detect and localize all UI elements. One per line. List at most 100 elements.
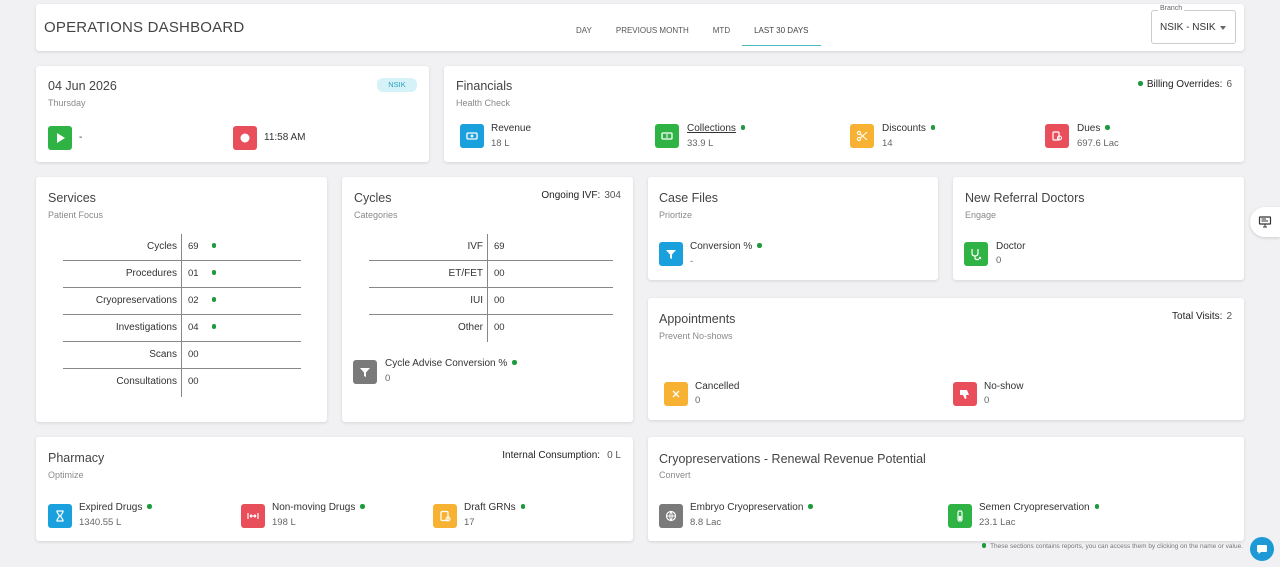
noshow-label[interactable]: No-show	[984, 381, 1023, 392]
grn-value[interactable]: 17	[464, 517, 475, 528]
revenue-value[interactable]: 18 L	[491, 138, 510, 149]
collections-value[interactable]: 33.9 L	[687, 138, 713, 149]
conversion-item[interactable]: Conversion %	[690, 241, 762, 252]
branch-badge: NSIK	[377, 78, 417, 92]
financials-card: Financials Health Check Billing Override…	[444, 66, 1244, 162]
dues-label[interactable]: Dues	[1077, 123, 1100, 134]
embryo-value[interactable]: 8.8 Lac	[690, 517, 721, 528]
expired-label[interactable]: Expired Drugs	[79, 502, 142, 513]
cancelled-icon-box	[664, 382, 688, 406]
tab-day[interactable]: DAY	[564, 16, 604, 46]
presentation-toggle[interactable]	[1250, 207, 1280, 237]
grn-label[interactable]: Draft GRNs	[464, 502, 516, 513]
globe-icon	[665, 510, 677, 522]
chevron-down-icon	[1220, 26, 1226, 30]
advise-value[interactable]: 0	[385, 373, 390, 384]
nonmoving-label[interactable]: Non-moving Drugs	[272, 502, 355, 513]
filter-icon	[360, 368, 370, 377]
doctor-value[interactable]: 0	[996, 255, 1001, 266]
table-row: Scans 00	[63, 342, 301, 369]
cycles-subtitle: Categories	[354, 210, 398, 220]
nonmoving-value[interactable]: 198 L	[272, 517, 296, 528]
pharmacy-subtitle: Optimize	[48, 470, 84, 480]
report-dot	[757, 243, 762, 248]
arrows-horizontal-icon	[247, 513, 259, 519]
branch-label: Branch	[1158, 5, 1185, 12]
billing-overrides-label: Billing Overrides:	[1146, 79, 1223, 90]
advise-icon-box	[353, 360, 377, 384]
row-name: Procedures	[125, 268, 177, 279]
revenue-icon-box	[460, 124, 484, 148]
total-visits[interactable]: Total Visits: 2	[1172, 311, 1232, 322]
money-icon	[661, 132, 673, 140]
table-row[interactable]: Investigations 04	[63, 315, 301, 342]
conversion-value[interactable]: -	[690, 256, 693, 267]
dues-item[interactable]: Dues	[1077, 123, 1110, 134]
table-row[interactable]: Cycles 69	[63, 234, 301, 261]
draft-grns[interactable]: Draft GRNs	[464, 502, 526, 513]
advise-conversion[interactable]: Cycle Advise Conversion %	[385, 358, 517, 369]
noshow-icon-box	[953, 382, 977, 406]
tab-last-30-days[interactable]: LAST 30 DAYS	[742, 16, 821, 46]
dues-value[interactable]: 697.6 Lac	[1077, 138, 1119, 149]
collections-link[interactable]: Collections	[687, 123, 746, 134]
presentation-icon	[1258, 216, 1272, 228]
embryo-item[interactable]: Embryo Cryopreservation	[690, 502, 813, 513]
semen-icon-box	[948, 504, 972, 528]
report-dot	[211, 297, 217, 302]
tab-previous-month[interactable]: PREVIOUS MONTH	[604, 16, 701, 46]
internal-consumption[interactable]: Internal Consumption: 0 L	[502, 450, 621, 461]
cancelled-label[interactable]: Cancelled	[695, 381, 739, 392]
row-name: IUI	[470, 295, 483, 306]
billing-overrides[interactable]: Billing Overrides: 6	[1138, 79, 1232, 90]
footnote: These sections contains reports, you can…	[981, 543, 1243, 550]
report-dot	[147, 504, 152, 509]
chat-button[interactable]	[1250, 537, 1274, 561]
tab-mtd[interactable]: MTD	[701, 16, 742, 46]
cryo-title: Cryopreservations - Renewal Revenue Pote…	[659, 452, 926, 466]
collections-label[interactable]: Collections	[687, 123, 736, 134]
internal-consumption-label: Internal Consumption:	[502, 450, 601, 461]
stethoscope-icon	[971, 249, 982, 261]
nonmoving-drugs[interactable]: Non-moving Drugs	[272, 502, 365, 513]
cycles-card: Cycles Categories Ongoing IVF: 304 IVF 69 …	[342, 177, 633, 422]
branch-select[interactable]: Branch NSIK - NSIK	[1151, 5, 1236, 44]
play-button[interactable]	[48, 126, 72, 150]
conversion-icon-box	[659, 242, 683, 266]
thumbs-down-icon	[960, 390, 969, 399]
noshow-value[interactable]: 0	[984, 395, 989, 406]
banknote-icon	[466, 132, 478, 140]
report-dot	[1105, 125, 1110, 130]
table-row[interactable]: Procedures 01	[63, 261, 301, 288]
expired-value[interactable]: 1340.55 L	[79, 517, 121, 528]
semen-item[interactable]: Semen Cryopreservation	[979, 502, 1100, 513]
report-dot	[981, 543, 987, 548]
row-value: 69	[188, 241, 217, 252]
filter-icon	[666, 250, 676, 259]
row-name: IVF	[467, 241, 483, 252]
advise-label[interactable]: Cycle Advise Conversion %	[385, 358, 507, 369]
case-files-card: Case Files Priortize Conversion % -	[648, 177, 938, 280]
cancelled-value[interactable]: 0	[695, 395, 700, 406]
expired-drugs[interactable]: Expired Drugs	[79, 502, 152, 513]
row-name: ET/FET	[448, 268, 483, 279]
stop-button[interactable]	[233, 126, 257, 150]
discounts-value[interactable]: 14	[882, 138, 893, 149]
row-value: 69	[494, 241, 505, 252]
row-name: Cycles	[146, 241, 177, 252]
table-row[interactable]: Cryopreservations 02	[63, 288, 301, 315]
conversion-label[interactable]: Conversion %	[690, 241, 752, 252]
embryo-label[interactable]: Embryo Cryopreservation	[690, 502, 803, 513]
revenue-label[interactable]: Revenue	[491, 123, 531, 134]
discounts-icon-box	[850, 124, 874, 148]
end-time: 11:58 AM	[264, 132, 306, 143]
report-dot	[512, 360, 517, 365]
doctor-label[interactable]: Doctor	[996, 241, 1025, 252]
semen-label[interactable]: Semen Cryopreservation	[979, 502, 1090, 513]
report-dot	[520, 504, 526, 509]
doctor-icon-box	[964, 242, 988, 266]
ongoing-ivf[interactable]: Ongoing IVF: 304	[541, 190, 621, 201]
semen-value[interactable]: 23.1 Lac	[979, 517, 1015, 528]
discounts-label[interactable]: Discounts	[882, 123, 926, 134]
discounts-item[interactable]: Discounts	[882, 123, 936, 134]
